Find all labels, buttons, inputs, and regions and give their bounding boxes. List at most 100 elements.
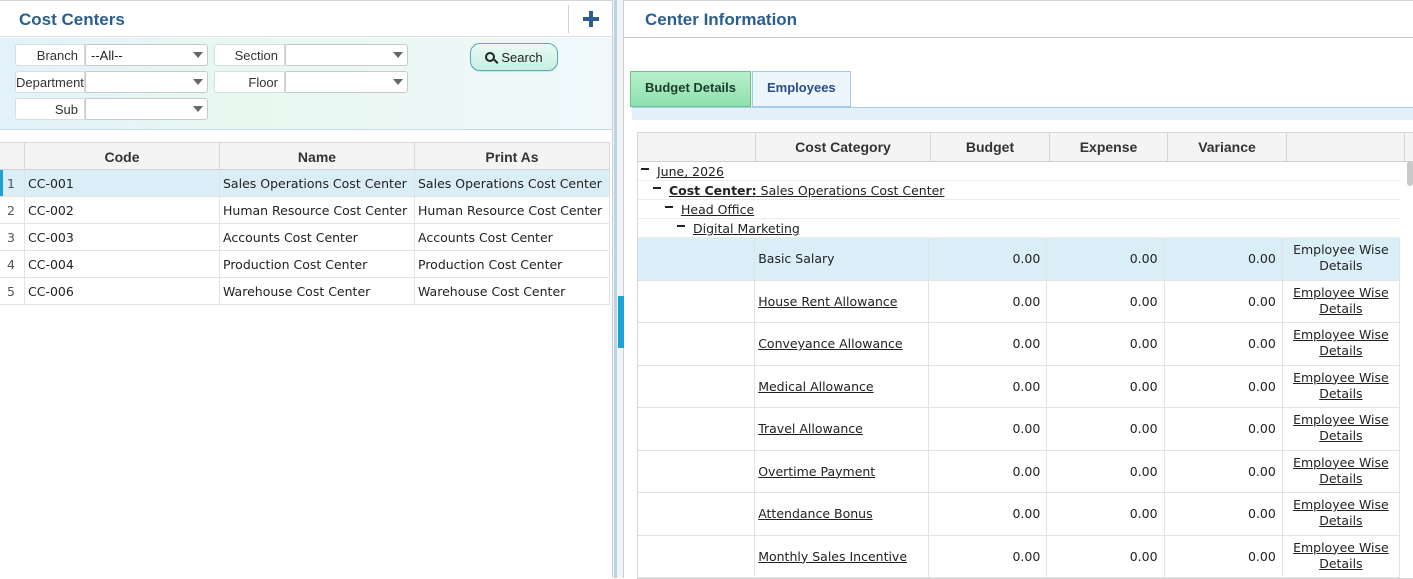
collapse-toggle-cost-center[interactable]: Cost Center: Sales Operations Cost Cente… <box>653 183 944 198</box>
column-header-expense[interactable]: Expense <box>1050 133 1168 161</box>
chevron-down-icon <box>193 52 203 58</box>
employee-wise-details-link[interactable]: Employee Wise Details <box>1293 370 1389 401</box>
employee-wise-details-link[interactable]: Employee Wise Details <box>1293 412 1389 443</box>
chevron-down-icon <box>193 106 203 112</box>
collapse-toggle-branch[interactable]: Head Office <box>665 202 754 217</box>
budget-row[interactable]: Basic Salary 0.00 0.00 0.00 Employee Wis… <box>638 238 1400 281</box>
budget-row[interactable]: Conveyance Allowance 0.00 0.00 0.00 Empl… <box>638 323 1400 366</box>
add-cost-center-button[interactable] <box>568 5 612 33</box>
cost-category-link[interactable]: Monthly Sales Incentive <box>758 549 907 564</box>
cost-category-link[interactable]: Medical Allowance <box>758 379 873 394</box>
column-header-name[interactable]: Name <box>220 143 415 169</box>
branch-label: Branch <box>15 44 85 66</box>
cost-center-value: Sales Operations Cost Center <box>760 183 945 198</box>
column-header-code[interactable]: Code <box>25 143 220 169</box>
collapse-toggle-department[interactable]: Digital Marketing <box>677 221 800 236</box>
cost-center-label: Cost Center: <box>668 183 757 198</box>
cost-centers-title: Cost Centers <box>19 10 125 29</box>
employee-wise-details-cell: Employee Wise Details <box>1283 493 1400 535</box>
budget-row[interactable]: Travel Allowance 0.00 0.00 0.00 Employee… <box>638 408 1400 451</box>
employee-wise-details-link[interactable]: Employee Wise Details <box>1293 285 1389 316</box>
grid-header: Code Name Print As <box>0 142 610 170</box>
section-select[interactable] <box>285 44 408 66</box>
budget-row[interactable]: House Rent Allowance 0.00 0.00 0.00 Empl… <box>638 280 1400 323</box>
group-period: June, 2026 <box>638 162 1400 181</box>
column-header-details <box>1287 133 1405 161</box>
panel-splitter[interactable] <box>612 0 624 578</box>
table-row[interactable]: 2 CC-002 Human Resource Cost Center Huma… <box>0 197 610 224</box>
employee-wise-details-link[interactable]: Employee Wise Details <box>1293 455 1389 486</box>
name-cell: Production Cost Center <box>220 251 415 277</box>
plus-icon <box>582 11 599 27</box>
table-row[interactable]: 4 CC-004 Production Cost Center Producti… <box>0 251 610 278</box>
cost-category-cell: Medical Allowance <box>755 365 930 407</box>
branch-select[interactable]: --All-- <box>85 44 208 66</box>
variance-cell: 0.00 <box>1165 280 1283 322</box>
chevron-down-icon <box>193 79 203 85</box>
tab-employees[interactable]: Employees <box>752 71 851 107</box>
department-select[interactable] <box>85 71 208 93</box>
tree-indent-cell <box>638 280 756 322</box>
tree-indent-cell <box>638 408 756 450</box>
cost-category-cell: Overtime Payment <box>755 450 930 492</box>
filter-bar: Branch --All-- Department Sub Section Fl… <box>0 38 612 130</box>
floor-select[interactable] <box>285 71 408 93</box>
period-link[interactable]: June, 2026 <box>657 164 724 179</box>
column-header-budget[interactable]: Budget <box>931 133 1050 161</box>
row-index: 5 <box>0 278 25 304</box>
department-link[interactable]: Digital Marketing <box>693 221 800 236</box>
table-row[interactable]: 5 CC-006 Warehouse Cost Center Warehouse… <box>0 278 610 305</box>
column-header-cost-category[interactable]: Cost Category <box>756 133 931 161</box>
column-header-variance[interactable]: Variance <box>1168 133 1287 161</box>
employee-wise-details-cell: Employee Wise Details <box>1283 450 1400 492</box>
row-index: 2 <box>0 197 25 223</box>
search-button[interactable]: Search <box>470 43 558 71</box>
cost-category-link[interactable]: Conveyance Allowance <box>758 336 902 351</box>
cost-category-link[interactable]: Travel Allowance <box>758 421 863 436</box>
budget-row[interactable]: Medical Allowance 0.00 0.00 0.00 Employe… <box>638 365 1400 408</box>
details-text-line2: Details <box>1319 513 1363 528</box>
details-text-line2: Details <box>1319 343 1363 358</box>
cost-category-link[interactable]: Attendance Bonus <box>758 506 872 521</box>
cost-category-link[interactable]: Overtime Payment <box>758 464 875 479</box>
floor-label: Floor <box>214 71 285 93</box>
budget-row[interactable]: Attendance Bonus 0.00 0.00 0.00 Employee… <box>638 493 1400 536</box>
details-text-line2: Details <box>1319 428 1363 443</box>
splitter-bar <box>614 0 617 578</box>
tree-indent-cell <box>638 450 756 492</box>
print-as-cell: Accounts Cost Center <box>415 224 610 250</box>
details-text-line1: Employee Wise <box>1293 284 1389 300</box>
cost-center-link[interactable]: Cost Center: Sales Operations Cost Cente… <box>669 183 944 198</box>
employee-wise-details-link[interactable]: Employee Wise Details <box>1293 540 1389 571</box>
details-text-line2: Details <box>1319 385 1363 401</box>
column-header-print-as[interactable]: Print As <box>415 143 610 169</box>
expense-cell: 0.00 <box>1047 408 1165 450</box>
branch-link[interactable]: Head Office <box>681 202 754 217</box>
tree-indent-cell <box>638 323 756 365</box>
expense-cell: 0.00 <box>1047 365 1165 407</box>
budget-grid-header: Cost Category Budget Expense Variance <box>638 133 1413 162</box>
sub-label: Sub <box>15 98 85 120</box>
vertical-scrollbar[interactable] <box>1407 161 1413 186</box>
table-row[interactable]: 3 CC-003 Accounts Cost Center Accounts C… <box>0 224 610 251</box>
row-index: 3 <box>0 224 25 250</box>
code-cell: CC-001 <box>25 170 220 196</box>
cost-category-link[interactable]: House Rent Allowance <box>758 294 897 309</box>
employee-wise-details-link[interactable]: Employee Wise Details <box>1293 497 1389 528</box>
tab-budget-details[interactable]: Budget Details <box>630 71 752 107</box>
employee-wise-details-cell: Employee Wise Details <box>1283 535 1400 577</box>
table-row[interactable]: 1 CC-001 Sales Operations Cost Center Sa… <box>0 170 610 197</box>
cost-category-cell: Travel Allowance <box>755 408 930 450</box>
variance-cell: 0.00 <box>1165 408 1283 450</box>
expense-cell: 0.00 <box>1047 280 1165 322</box>
sub-select[interactable] <box>85 98 208 120</box>
budget-row[interactable]: Overtime Payment 0.00 0.00 0.00 Employee… <box>638 450 1400 493</box>
collapse-toggle-period[interactable]: June, 2026 <box>641 164 724 179</box>
employee-wise-details-link[interactable]: Employee Wise Details <box>1293 327 1389 358</box>
budget-row[interactable]: Monthly Sales Incentive 0.00 0.00 0.00 E… <box>638 535 1400 578</box>
variance-cell: 0.00 <box>1165 450 1283 492</box>
center-information-title: Center Information <box>645 10 798 29</box>
tree-indent-cell <box>638 365 756 407</box>
name-cell: Human Resource Cost Center <box>220 197 415 223</box>
expense-cell: 0.00 <box>1047 493 1165 535</box>
